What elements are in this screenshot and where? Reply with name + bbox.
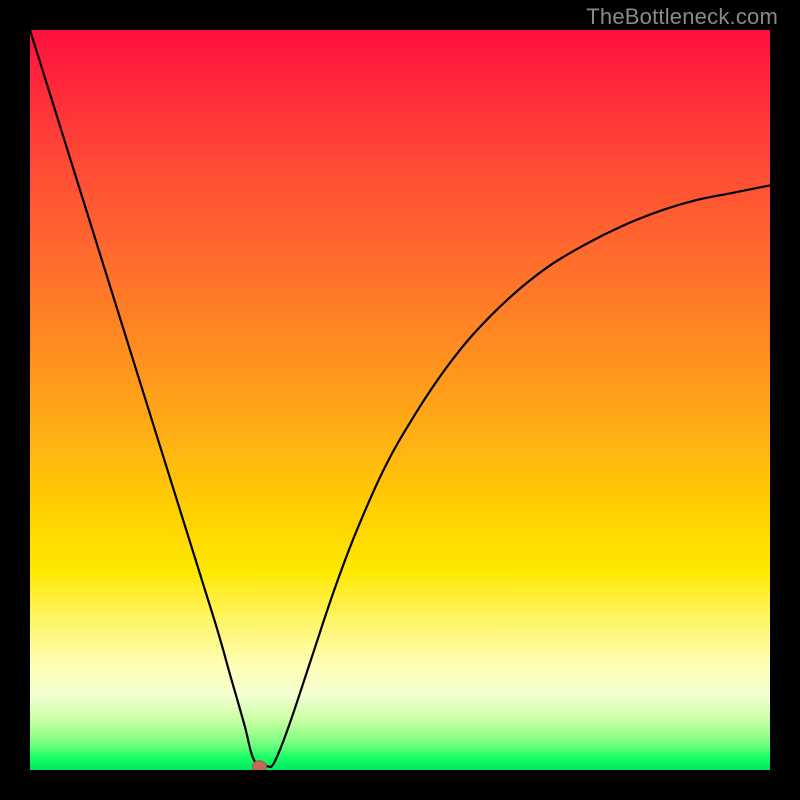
plot-area [30, 30, 770, 770]
bottleneck-curve [30, 30, 770, 767]
optimum-marker [252, 761, 266, 770]
curve-svg [30, 30, 770, 770]
watermark-text: TheBottleneck.com [586, 4, 778, 30]
chart-frame: TheBottleneck.com [0, 0, 800, 800]
